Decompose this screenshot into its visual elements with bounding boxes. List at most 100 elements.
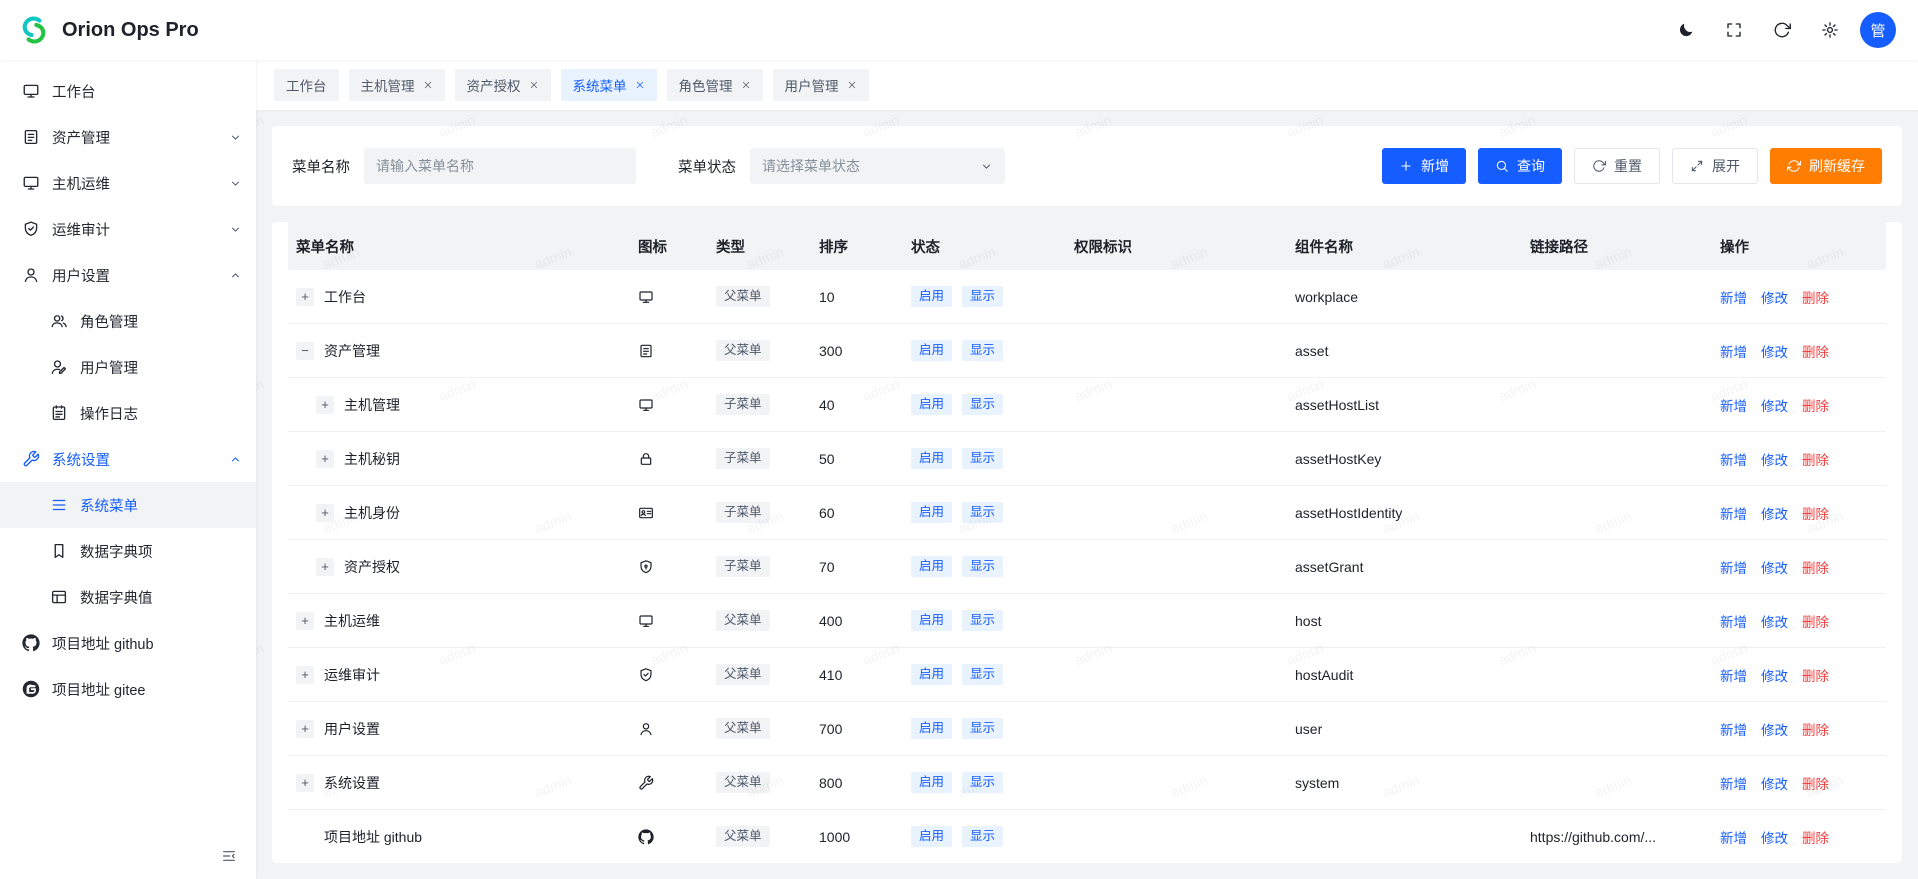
status-visible-tag: 显示 bbox=[962, 448, 1003, 469]
row-delete-link[interactable]: 删除 bbox=[1802, 665, 1829, 685]
row-delete-link[interactable]: 删除 bbox=[1802, 773, 1829, 793]
user-icon bbox=[22, 266, 40, 284]
cell-menu-name: +工作台 bbox=[288, 287, 638, 307]
add-button[interactable]: 新增 bbox=[1382, 148, 1466, 184]
tab-1[interactable]: 主机管理 bbox=[349, 69, 445, 101]
refresh-button[interactable] bbox=[1764, 12, 1800, 48]
cell-actions: 新增修改删除 bbox=[1720, 827, 1886, 847]
row-add-link[interactable]: 新增 bbox=[1720, 503, 1747, 523]
collapse-row-toggle[interactable]: − bbox=[296, 342, 314, 360]
table-row: +主机运维父菜单400启用显示host新增修改删除 bbox=[288, 594, 1886, 648]
row-edit-link[interactable]: 修改 bbox=[1761, 719, 1788, 739]
table-header-cell: 权限标识 bbox=[1074, 236, 1295, 257]
row-add-link[interactable]: 新增 bbox=[1720, 773, 1747, 793]
expand-row-toggle[interactable]: + bbox=[316, 558, 334, 576]
sidebar-item-tool[interactable]: 系统设置 bbox=[0, 436, 256, 482]
sidebar-item-menu[interactable]: 系统菜单 bbox=[0, 482, 256, 528]
row-add-link[interactable]: 新增 bbox=[1720, 665, 1747, 685]
sidebar-item-dict-item[interactable]: 数据字典项 bbox=[0, 528, 256, 574]
tab-5[interactable]: 用户管理 bbox=[773, 69, 869, 101]
row-delete-link[interactable]: 删除 bbox=[1802, 449, 1829, 469]
table-header-cell: 链接路径 bbox=[1530, 236, 1720, 257]
cell-actions: 新增修改删除 bbox=[1720, 773, 1886, 793]
sidebar-item-gitee[interactable]: 项目地址 gitee bbox=[0, 666, 256, 712]
sidebar-item-roles[interactable]: 角色管理 bbox=[0, 298, 256, 344]
tab-0[interactable]: 工作台 bbox=[274, 69, 339, 101]
cell-sort: 400 bbox=[819, 613, 911, 629]
row-delete-link[interactable]: 删除 bbox=[1802, 557, 1829, 577]
row-add-link[interactable]: 新增 bbox=[1720, 611, 1747, 631]
row-add-link[interactable]: 新增 bbox=[1720, 827, 1747, 847]
row-delete-link[interactable]: 删除 bbox=[1802, 287, 1829, 307]
expand-row-toggle[interactable]: + bbox=[316, 396, 334, 414]
expand-button[interactable]: 展开 bbox=[1672, 148, 1758, 184]
close-icon[interactable] bbox=[635, 80, 645, 90]
sidebar-item-github[interactable]: 项目地址 github bbox=[0, 620, 256, 666]
cell-menu-name: +主机身份 bbox=[288, 503, 638, 523]
avatar[interactable]: 管 bbox=[1860, 12, 1896, 48]
row-delete-link[interactable]: 删除 bbox=[1802, 719, 1829, 739]
menu-status-select[interactable]: 请选择菜单状态 bbox=[750, 148, 1005, 184]
reset-button[interactable]: 重置 bbox=[1574, 148, 1660, 184]
sidebar-collapse-button[interactable] bbox=[218, 845, 240, 867]
search-button[interactable]: 查询 bbox=[1478, 148, 1562, 184]
sidebar-item-host[interactable]: 主机运维 bbox=[0, 160, 256, 206]
row-add-link[interactable]: 新增 bbox=[1720, 287, 1747, 307]
sidebar-item-label: 工作台 bbox=[52, 81, 96, 102]
cell-menu-name: +运维审计 bbox=[288, 665, 638, 685]
sidebar-item-user-edit[interactable]: 用户管理 bbox=[0, 344, 256, 390]
row-edit-link[interactable]: 修改 bbox=[1761, 773, 1788, 793]
expand-row-toggle[interactable]: + bbox=[296, 720, 314, 738]
expand-row-toggle[interactable]: + bbox=[296, 774, 314, 792]
row-delete-link[interactable]: 删除 bbox=[1802, 827, 1829, 847]
tab-3[interactable]: 系统菜单 bbox=[561, 69, 657, 101]
row-edit-link[interactable]: 修改 bbox=[1761, 449, 1788, 469]
menu-name-input[interactable] bbox=[364, 148, 636, 184]
row-add-link[interactable]: 新增 bbox=[1720, 341, 1747, 361]
sidebar-item-dict-value[interactable]: 数据字典值 bbox=[0, 574, 256, 620]
close-icon[interactable] bbox=[529, 80, 539, 90]
expand-row-toggle[interactable]: + bbox=[296, 666, 314, 684]
tab-2[interactable]: 资产授权 bbox=[455, 69, 551, 101]
sidebar-item-asset[interactable]: 资产管理 bbox=[0, 114, 256, 160]
expand-row-toggle[interactable]: + bbox=[296, 612, 314, 630]
row-add-link[interactable]: 新增 bbox=[1720, 395, 1747, 415]
tab-label: 用户管理 bbox=[785, 75, 839, 95]
row-add-link[interactable]: 新增 bbox=[1720, 449, 1747, 469]
row-delete-link[interactable]: 删除 bbox=[1802, 341, 1829, 361]
sidebar-item-log[interactable]: 操作日志 bbox=[0, 390, 256, 436]
sidebar-item-user[interactable]: 用户设置 bbox=[0, 252, 256, 298]
row-edit-link[interactable]: 修改 bbox=[1761, 395, 1788, 415]
row-edit-link[interactable]: 修改 bbox=[1761, 665, 1788, 685]
theme-button[interactable] bbox=[1668, 12, 1704, 48]
filter-fields: 菜单名称 菜单状态 请选择菜单状态 bbox=[292, 148, 1005, 184]
sidebar-item-workbench[interactable]: 工作台 bbox=[0, 68, 256, 114]
row-delete-link[interactable]: 删除 bbox=[1802, 503, 1829, 523]
tab-4[interactable]: 角色管理 bbox=[667, 69, 763, 101]
row-edit-link[interactable]: 修改 bbox=[1761, 287, 1788, 307]
close-icon[interactable] bbox=[423, 80, 433, 90]
status-enabled-tag: 启用 bbox=[911, 772, 952, 793]
cell-sort: 700 bbox=[819, 721, 911, 737]
table-row: +系统设置父菜单800启用显示system新增修改删除 bbox=[288, 756, 1886, 810]
refresh-cache-button[interactable]: 刷新缓存 bbox=[1770, 148, 1882, 184]
expand-row-toggle[interactable]: + bbox=[296, 288, 314, 306]
app-root: Orion Ops Pro 管 工作台资产管理主机运维运维审计用户设置角色管理用… bbox=[0, 0, 1918, 879]
fullscreen-button[interactable] bbox=[1716, 12, 1752, 48]
row-edit-link[interactable]: 修改 bbox=[1761, 611, 1788, 631]
row-edit-link[interactable]: 修改 bbox=[1761, 557, 1788, 577]
close-icon[interactable] bbox=[847, 80, 857, 90]
row-add-link[interactable]: 新增 bbox=[1720, 719, 1747, 739]
row-add-link[interactable]: 新增 bbox=[1720, 557, 1747, 577]
expand-row-toggle[interactable]: + bbox=[316, 504, 334, 522]
sidebar-item-audit[interactable]: 运维审计 bbox=[0, 206, 256, 252]
cell-sort: 1000 bbox=[819, 829, 911, 845]
settings-button[interactable] bbox=[1812, 12, 1848, 48]
row-delete-link[interactable]: 删除 bbox=[1802, 395, 1829, 415]
row-edit-link[interactable]: 修改 bbox=[1761, 827, 1788, 847]
expand-row-toggle[interactable]: + bbox=[316, 450, 334, 468]
row-edit-link[interactable]: 修改 bbox=[1761, 503, 1788, 523]
row-edit-link[interactable]: 修改 bbox=[1761, 341, 1788, 361]
close-icon[interactable] bbox=[741, 80, 751, 90]
row-delete-link[interactable]: 删除 bbox=[1802, 611, 1829, 631]
